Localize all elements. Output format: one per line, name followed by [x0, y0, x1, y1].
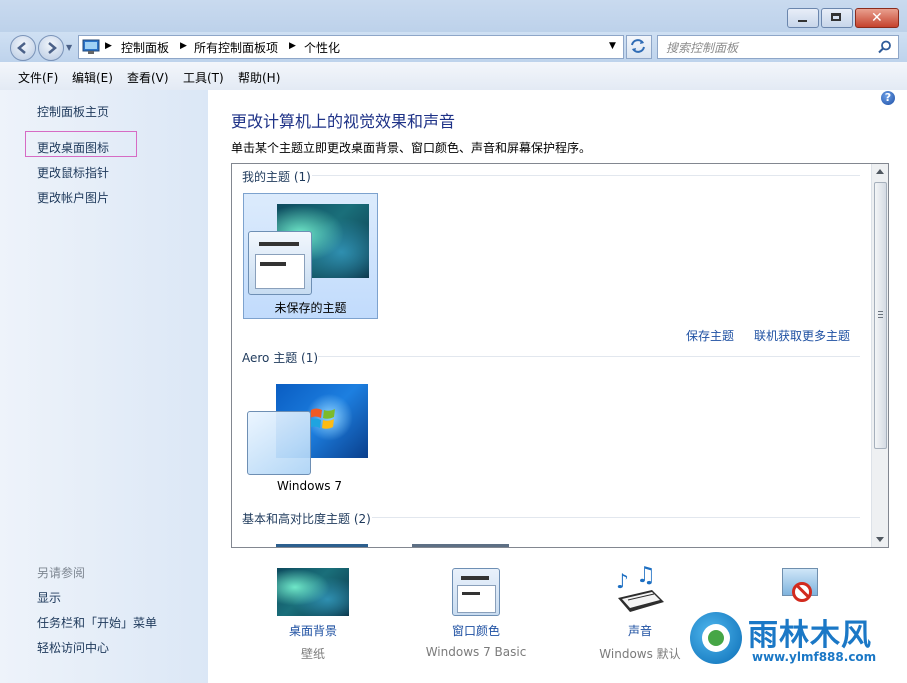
theme-name: Windows 7 [276, 479, 342, 493]
preview-pane [457, 585, 496, 613]
window-preview [247, 411, 311, 475]
theme-unsaved[interactable]: 未保存的主题 [243, 193, 378, 319]
no-entry-icon [792, 582, 812, 602]
menu-bar: 文件(F) 编辑(E) 查看(V) 工具(T) 帮助(H) [0, 62, 907, 91]
sidebar-link-taskbar[interactable]: 任务栏和「开始」菜单 [37, 614, 157, 631]
theme-thumbnail-partial [412, 544, 509, 547]
theme-gallery: 我的主题 (1) 未保存的主题 保存主题 联机获取更多主题 Aero 主题 (1… [231, 163, 889, 548]
desktop-background-link[interactable]: 桌面背景 [243, 622, 383, 639]
section-divider [318, 356, 860, 357]
section-aero-themes: Aero 主题 (1) [242, 351, 319, 365]
sidebar-link-control-panel-home[interactable]: 控制面板主页 [37, 103, 109, 120]
desktop-background-value: 壁纸 [300, 647, 325, 661]
close-button[interactable]: ✕ [855, 8, 899, 28]
screen-saver-icon[interactable] [778, 566, 820, 606]
help-icon[interactable]: ? [881, 91, 895, 105]
window-controls: ✕ [785, 8, 899, 28]
watermark-url: www.ylmf888.com [752, 650, 877, 664]
search-icon[interactable] [878, 40, 892, 54]
section-my-themes: 我的主题 (1) [242, 170, 311, 184]
watermark-logo [690, 612, 742, 664]
forward-arrow-icon [48, 42, 57, 54]
grip-line [878, 317, 883, 318]
section-basic-themes: 基本和高对比度主题 (2) [242, 512, 371, 526]
section-divider [312, 175, 860, 176]
sounds-icon: ♪ ♫ [616, 564, 664, 612]
navigation-bar: ▼ ▶ 控制面板 ▶ 所有控制面板项 ▶ 个性化 ▼ 搜索控制面板 [0, 32, 907, 62]
watermark: 雨林木风 www.ylmf888.com [686, 608, 898, 672]
recent-pages-icon[interactable]: ▼ [66, 43, 72, 52]
preview-bar [461, 576, 489, 580]
minimize-icon [798, 20, 807, 22]
logo-leaf [708, 630, 724, 646]
address-dropdown-icon[interactable]: ▼ [609, 41, 616, 51]
title-bar: ✕ [0, 0, 907, 34]
save-theme-link[interactable]: 保存主题 [686, 327, 734, 344]
breadcrumb-personalization[interactable]: 个性化 [304, 39, 340, 56]
back-button[interactable] [10, 35, 36, 61]
preview-pane [255, 254, 305, 289]
forward-button[interactable] [38, 35, 64, 61]
page-title: 更改计算机上的视觉效果和声音 [231, 112, 456, 131]
windows-logo-icon [309, 408, 335, 429]
window-color-icon [452, 568, 500, 616]
svg-text:♫: ♫ [636, 564, 656, 588]
back-arrow-icon [17, 42, 26, 54]
sidebar-link-ease-of-access[interactable]: 轻松访问中心 [37, 639, 109, 656]
see-also-label: 另请参阅 [37, 566, 86, 580]
sidebar: 控制面板主页 更改桌面图标 更改鼠标指针 更改帐户图片 另请参阅 显示 任务栏和… [0, 90, 208, 683]
scroll-thumb[interactable] [874, 182, 887, 449]
window-color-link[interactable]: 窗口颜色 [406, 622, 546, 639]
refresh-button[interactable] [626, 35, 652, 59]
search-placeholder: 搜索控制面板 [666, 41, 739, 55]
menu-view[interactable]: 查看(V) [127, 69, 169, 86]
control-panel-icon [82, 39, 100, 54]
breadcrumb-control-panel[interactable]: 控制面板 [121, 39, 169, 56]
preview-bar [260, 262, 286, 266]
search-input[interactable]: 搜索控制面板 [657, 35, 899, 59]
theme-windows-7[interactable]: Windows 7 [243, 374, 376, 498]
menu-file[interactable]: 文件(F) [18, 69, 58, 86]
window-color-value: Windows 7 Basic [425, 645, 527, 659]
scroll-up-icon[interactable] [876, 169, 884, 174]
menu-edit[interactable]: 编辑(E) [72, 69, 113, 86]
breadcrumb-separator-icon: ▶ [105, 41, 112, 51]
breadcrumb-separator-icon: ▶ [289, 41, 296, 51]
breadcrumb-all-items[interactable]: 所有控制面板项 [194, 39, 278, 56]
sidebar-link-display[interactable]: 显示 [37, 589, 61, 606]
menu-help[interactable]: 帮助(H) [238, 69, 280, 86]
highlight-box [25, 131, 137, 157]
scroll-down-icon[interactable] [876, 537, 884, 542]
theme-thumbnail-partial [276, 544, 368, 547]
svg-text:♪: ♪ [616, 569, 629, 593]
minimize-button[interactable] [787, 8, 819, 28]
page-description: 单击某个主题立即更改桌面背景、窗口颜色、声音和屏幕保护程序。 [231, 141, 592, 155]
get-more-themes-link[interactable]: 联机获取更多主题 [754, 327, 850, 344]
grip-line [878, 314, 883, 315]
menu-tools[interactable]: 工具(T) [183, 69, 224, 86]
sidebar-link-mouse-pointers[interactable]: 更改鼠标指针 [37, 164, 109, 181]
maximize-button[interactable] [821, 8, 853, 28]
close-icon: ✕ [871, 10, 883, 26]
sidebar-link-account-picture[interactable]: 更改帐户图片 [37, 189, 109, 206]
gallery-scrollbar[interactable] [871, 164, 888, 547]
grip-line [878, 311, 883, 312]
maximize-icon [831, 13, 841, 21]
refresh-icon [631, 39, 645, 53]
preview-bar [259, 242, 299, 246]
section-divider [372, 517, 860, 518]
preview-bar [462, 592, 480, 595]
theme-name: 未保存的主题 [274, 301, 347, 315]
breadcrumb-separator-icon: ▶ [180, 41, 187, 51]
no-entry-bar [795, 584, 811, 599]
watermark-name: 雨林木风 [748, 618, 872, 653]
desktop-background-icon [277, 568, 349, 616]
address-bar[interactable]: ▶ 控制面板 ▶ 所有控制面板项 ▶ 个性化 ▼ [78, 35, 624, 59]
window-preview [248, 231, 312, 295]
